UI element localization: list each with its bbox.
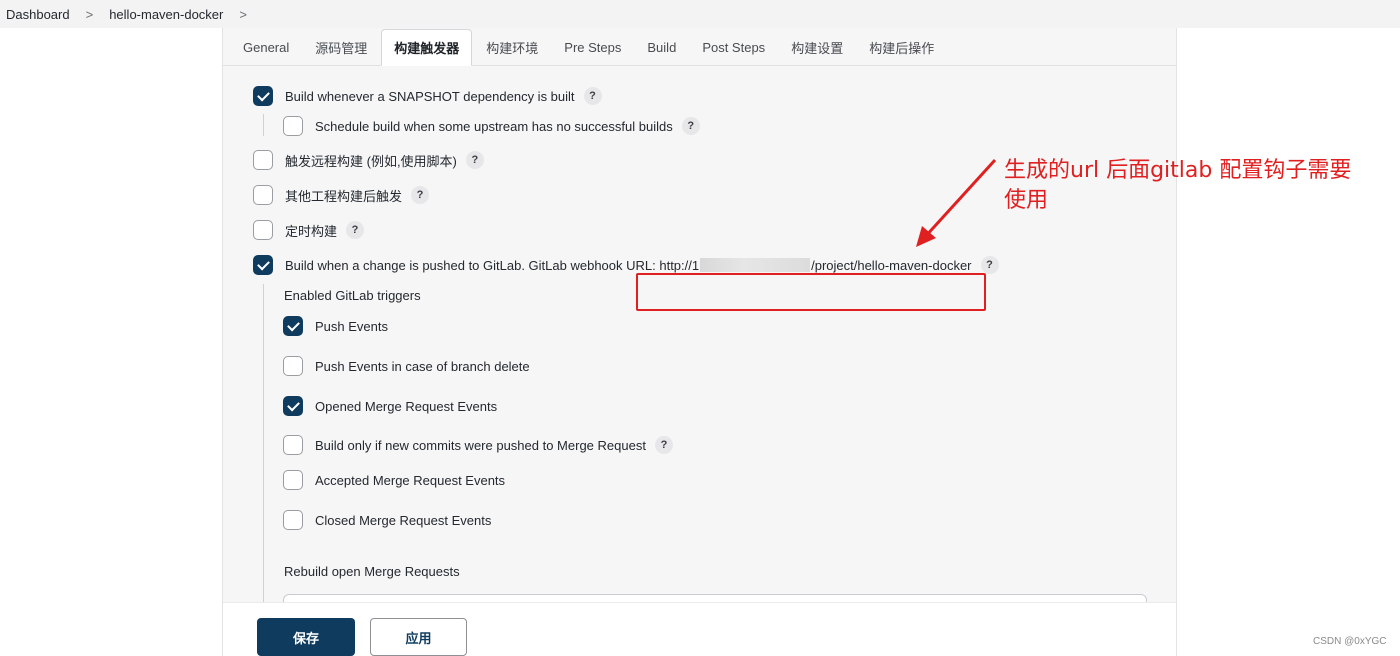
apply-button[interactable]: 应用 xyxy=(370,618,467,656)
webhook-url-highlight xyxy=(636,273,986,311)
new-commits-mr-checkbox[interactable] xyxy=(283,435,303,455)
config-panel: General 源码管理 构建触发器 构建环境 Pre Steps Build … xyxy=(222,28,1177,656)
trigger-after-other: 其他工程构建后触发 ? xyxy=(253,185,430,205)
nested-divider xyxy=(263,114,264,136)
after-other-checkbox[interactable] xyxy=(253,185,273,205)
gitlab-trigger-label: Push Events in case of branch delete xyxy=(315,358,530,374)
gitlab-trigger-item: Closed Merge Request Events xyxy=(283,510,491,530)
rebuild-mr-label: Rebuild open Merge Requests xyxy=(284,564,460,579)
gitlab-trigger-label: Push Events xyxy=(315,318,388,334)
closed-mr-checkbox[interactable] xyxy=(283,510,303,530)
annotation-arrow-icon xyxy=(916,158,997,247)
trigger-snapshot: Build whenever a SNAPSHOT dependency is … xyxy=(253,86,602,106)
gitlab-triggers-heading: Enabled GitLab triggers xyxy=(284,288,421,303)
breadcrumb-separator: > xyxy=(85,6,94,22)
gitlab-checkbox[interactable] xyxy=(253,255,273,275)
annotation-line-2: 使用 xyxy=(1004,188,1049,213)
upstream-label: Schedule build when some upstream has no… xyxy=(315,118,673,134)
timed-checkbox[interactable] xyxy=(253,220,273,240)
breadcrumb-separator[interactable]: > xyxy=(239,7,247,22)
triggers-content: Build whenever a SNAPSHOT dependency is … xyxy=(223,66,1176,602)
branch-delete-checkbox[interactable] xyxy=(283,356,303,376)
trigger-upstream: Schedule build when some upstream has no… xyxy=(283,116,700,136)
gitlab-trigger-label: Build only if new commits were pushed to… xyxy=(315,437,646,453)
breadcrumb-project[interactable]: hello-maven-docker xyxy=(109,7,223,22)
timed-label: 定时构建 xyxy=(285,223,338,239)
tab-build[interactable]: Build xyxy=(635,29,688,65)
tab-build-triggers[interactable]: 构建触发器 xyxy=(381,29,473,66)
after-other-label: 其他工程构建后触发 xyxy=(285,188,403,204)
tab-scm[interactable]: 源码管理 xyxy=(303,29,379,65)
breadcrumb: Dashboard > hello-maven-docker > xyxy=(0,0,1400,28)
gitlab-trigger-item: Push Events xyxy=(283,316,388,336)
gitlab-trigger-label: Closed Merge Request Events xyxy=(315,512,492,528)
remote-label: 触发远程构建 (例如,使用脚本) xyxy=(285,153,457,169)
help-icon[interactable]: ? xyxy=(465,151,484,169)
snapshot-checkbox[interactable] xyxy=(253,86,273,106)
save-button[interactable]: 保存 xyxy=(257,618,355,656)
form-actions-bar: 保存 应用 xyxy=(223,602,1176,656)
trigger-gitlab: Build when a change is pushed to GitLab.… xyxy=(253,255,999,275)
tab-pre-steps[interactable]: Pre Steps xyxy=(552,29,633,65)
help-icon[interactable]: ? xyxy=(411,186,430,204)
config-tabs: General 源码管理 构建触发器 构建环境 Pre Steps Build … xyxy=(223,28,1176,66)
tab-general[interactable]: General xyxy=(231,29,301,65)
breadcrumb-dashboard[interactable]: Dashboard xyxy=(6,7,70,22)
accepted-mr-checkbox[interactable] xyxy=(283,470,303,490)
push-events-checkbox[interactable] xyxy=(283,316,303,336)
help-icon[interactable]: ? xyxy=(681,117,700,135)
tab-post-steps[interactable]: Post Steps xyxy=(690,29,777,65)
remote-checkbox[interactable] xyxy=(253,150,273,170)
tab-post-build-actions[interactable]: 构建后操作 xyxy=(857,29,946,65)
help-icon[interactable]: ? xyxy=(583,87,602,105)
nested-divider xyxy=(263,284,264,602)
gitlab-label-prefix: Build when a change is pushed to GitLab.… xyxy=(285,257,700,273)
upstream-checkbox[interactable] xyxy=(283,116,303,136)
rebuild-mr-select[interactable] xyxy=(283,594,1147,602)
redacted-host xyxy=(700,258,811,272)
gitlab-trigger-label: Opened Merge Request Events xyxy=(315,398,498,414)
gitlab-trigger-label: Accepted Merge Request Events xyxy=(315,472,506,488)
help-icon[interactable]: ? xyxy=(654,436,673,454)
gitlab-trigger-item: Build only if new commits were pushed to… xyxy=(283,435,673,455)
snapshot-label: Build whenever a SNAPSHOT dependency is … xyxy=(285,88,575,104)
annotation-note: 生成的url 后面gitlab 配置钩子需要 使用 xyxy=(1004,156,1400,216)
annotation-line-1: 生成的url 后面gitlab 配置钩子需要 xyxy=(1004,158,1352,183)
trigger-timed: 定时构建 ? xyxy=(253,220,365,240)
trigger-remote: 触发远程构建 (例如,使用脚本) ? xyxy=(253,150,484,170)
gitlab-trigger-item: Accepted Merge Request Events xyxy=(283,470,505,490)
gitlab-trigger-item: Opened Merge Request Events xyxy=(283,396,497,416)
opened-mr-checkbox[interactable] xyxy=(283,396,303,416)
tab-build-settings[interactable]: 构建设置 xyxy=(779,29,855,65)
help-icon[interactable]: ? xyxy=(346,221,365,239)
watermark: CSDN @0xYGC xyxy=(1313,636,1387,647)
gitlab-trigger-item: Push Events in case of branch delete xyxy=(283,356,530,376)
tab-build-environment[interactable]: 构建环境 xyxy=(474,29,550,65)
